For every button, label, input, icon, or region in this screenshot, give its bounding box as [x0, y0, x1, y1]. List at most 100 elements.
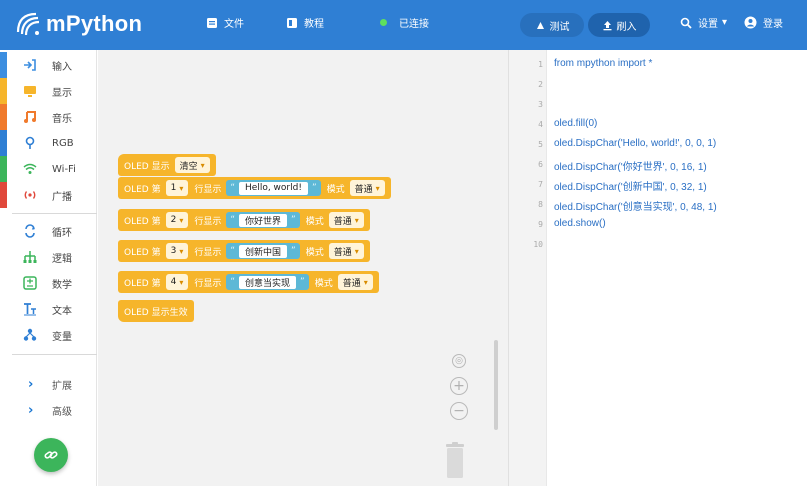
sidebar-item-math[interactable]: 数学 — [0, 270, 97, 296]
code-line: oled.show() — [554, 218, 606, 229]
sidebar-item-label: 显示 — [52, 87, 72, 99]
string-value[interactable]: 创意当实现 — [239, 275, 297, 289]
oled-line-block[interactable]: OLED 第 4 行显示 “ 创意当实现 ” 模式 普通 — [118, 271, 379, 293]
upload-button[interactable]: 刷入 — [588, 13, 650, 37]
line-number: 3 — [538, 100, 543, 109]
sidebar-item-label: 扩展 — [52, 380, 72, 392]
connection-status[interactable]: 已连接 — [380, 15, 429, 30]
line-number-dropdown[interactable]: 3 — [165, 243, 189, 259]
sidebar-item-label: Wi-Fi — [52, 163, 76, 175]
zoom-in-icon[interactable]: + — [450, 377, 468, 395]
block-text: 模式 — [314, 278, 333, 289]
oled-line-block[interactable]: OLED 第 3 行显示 “ 创新中国 ” 模式 普通 — [118, 240, 370, 262]
sidebar-item-rgb[interactable]: RGB — [0, 130, 97, 156]
string-block[interactable]: “ 创新中国 ” — [226, 243, 300, 259]
oled-clear-block[interactable]: OLED 显示 清空 — [118, 154, 216, 176]
clear-dropdown[interactable]: 清空 — [174, 157, 210, 173]
sidebar-item-broadcast[interactable]: 广播 — [0, 182, 97, 208]
code-line: oled.DispChar('创意当实现', 0, 48, 1) — [554, 202, 717, 213]
chevron-right-icon: › — [28, 402, 34, 418]
line-number-dropdown[interactable]: 2 — [165, 212, 189, 228]
sidebar-item-label: 逻辑 — [52, 253, 72, 265]
chevron-right-icon: › — [28, 376, 34, 392]
login-button-label: 登录 — [763, 19, 783, 30]
string-value[interactable]: 你好世界 — [239, 213, 288, 227]
string-block[interactable]: “ Hello, world! ” — [226, 180, 321, 196]
quote-icon: ” — [291, 246, 296, 256]
tutorial-menu[interactable]: 教程 — [286, 15, 324, 30]
sidebar-item-advanced[interactable]: › 高级 — [0, 397, 97, 423]
book-icon — [287, 17, 297, 28]
loop-icon — [22, 223, 38, 239]
line-number: 6 — [538, 160, 543, 169]
chevron-down-icon: ▾ — [722, 17, 728, 28]
block-text: 行显示 — [194, 216, 222, 227]
string-value[interactable]: 创新中国 — [239, 244, 288, 258]
link-fab-button[interactable] — [34, 438, 68, 472]
workspace-scrollbar[interactable] — [494, 340, 498, 430]
block-text: OLED 显示 — [124, 161, 170, 172]
block-text: OLED 第 — [124, 184, 161, 195]
sidebar-item-label: 变量 — [52, 331, 72, 343]
test-button[interactable]: 测试 — [520, 13, 584, 37]
sidebar-item-input[interactable]: 输入 — [0, 52, 97, 78]
app-logo[interactable]: mPython — [14, 10, 142, 38]
login-button[interactable]: 登录 — [744, 15, 783, 30]
sidebar-item-logic[interactable]: 逻辑 — [0, 244, 97, 270]
string-block[interactable]: “ 创意当实现 ” — [226, 274, 309, 290]
category-color-bar — [0, 52, 7, 78]
sidebar-item-text[interactable]: 文本 — [0, 296, 97, 322]
line-number: 4 — [538, 120, 543, 129]
test-icon — [536, 21, 544, 29]
string-block[interactable]: “ 你好世界 ” — [226, 212, 300, 228]
code-line: oled.fill(0) — [554, 118, 598, 129]
recenter-icon[interactable]: ◎ — [452, 354, 466, 368]
block-text: OLED 第 — [124, 247, 161, 258]
sidebar-item-variable[interactable]: 变量 — [0, 322, 97, 348]
oled-line-block[interactable]: OLED 第 2 行显示 “ 你好世界 ” 模式 普通 — [118, 209, 370, 231]
block-text: OLED 显示生效 — [124, 307, 188, 318]
trash-icon[interactable] — [444, 442, 466, 478]
file-menu-label: 文件 — [224, 19, 244, 30]
string-value[interactable]: Hello, world! — [239, 181, 308, 195]
sidebar-item-label: 广播 — [52, 191, 72, 203]
logo-text: mPython — [46, 11, 143, 36]
mode-dropdown[interactable]: 普通 — [328, 212, 364, 228]
oled-line-block[interactable]: OLED 第 1 行显示 “ Hello, world! ” 模式 普通 — [118, 177, 391, 199]
line-number-dropdown[interactable]: 4 — [165, 274, 189, 290]
sidebar-item-label: 文本 — [52, 305, 72, 317]
upload-icon — [603, 20, 611, 30]
mode-dropdown[interactable]: 普通 — [337, 274, 373, 290]
broadcast-icon — [22, 187, 38, 203]
sidebar-item-label: 输入 — [52, 61, 72, 73]
file-menu[interactable]: 文件 — [206, 15, 244, 30]
sidebar-item-loop[interactable]: 循环 — [0, 218, 97, 244]
sidebar-item-music[interactable]: 音乐 — [0, 104, 97, 130]
test-button-label: 测试 — [549, 21, 570, 33]
sidebar-divider — [12, 213, 97, 214]
sidebar-item-extensions[interactable]: › 扩展 — [0, 371, 97, 397]
oled-show-block[interactable]: OLED 显示生效 — [118, 300, 194, 322]
block-category-sidebar: 输入 显示 音乐 RGB Wi-Fi 广播 循环 逻辑 数学 文本 变量 › 扩… — [0, 50, 97, 486]
settings-menu[interactable]: 设置 ▾ — [680, 15, 727, 30]
line-number: 10 — [533, 240, 543, 249]
quote-icon: “ — [230, 215, 236, 225]
mode-dropdown[interactable]: 普通 — [328, 243, 364, 259]
input-icon — [22, 57, 38, 73]
sidebar-item-label: 高级 — [52, 406, 72, 418]
settings-menu-label: 设置 — [698, 19, 718, 30]
quote-icon: ” — [291, 215, 296, 225]
code-editor[interactable]: 1 2 3 4 5 6 7 8 9 10 from mpython import… — [508, 50, 807, 486]
sidebar-item-display[interactable]: 显示 — [0, 78, 97, 104]
search-icon — [680, 17, 692, 29]
line-number: 5 — [538, 140, 543, 149]
rgb-icon — [22, 135, 38, 151]
sidebar-item-wifi[interactable]: Wi-Fi — [0, 156, 97, 182]
line-number-dropdown[interactable]: 1 — [165, 180, 189, 196]
mode-dropdown[interactable]: 普通 — [349, 180, 385, 196]
logic-icon — [22, 249, 38, 265]
category-color-bar — [0, 182, 7, 208]
block-workspace[interactable]: OLED 显示 清空 OLED 第 1 行显示 “ Hello, world! … — [98, 50, 508, 486]
line-number: 2 — [538, 80, 543, 89]
zoom-out-icon[interactable]: − — [450, 402, 468, 420]
